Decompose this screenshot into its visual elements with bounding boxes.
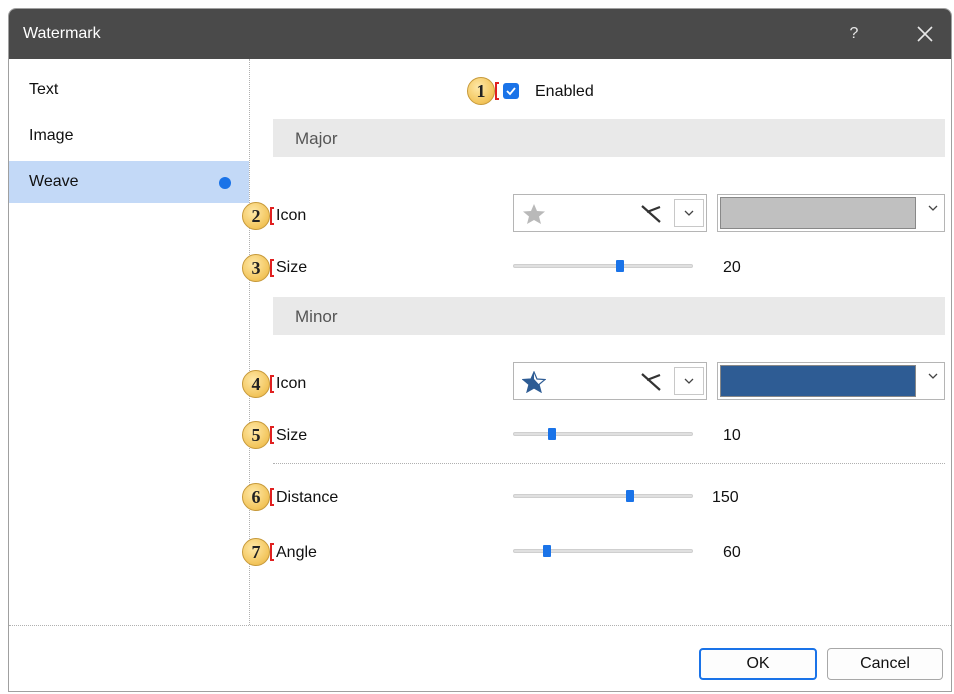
clear-icon-button[interactable] [638, 369, 664, 395]
callout-badge: 5 [242, 421, 270, 449]
callout-bracket [495, 82, 499, 100]
help-button[interactable]: ? [839, 19, 869, 49]
chevron-down-icon [684, 378, 694, 384]
icon-dropdown-button[interactable] [674, 367, 704, 395]
section-header-minor: Minor [273, 297, 945, 335]
nav-item-label: Text [29, 81, 59, 98]
color-swatch [720, 197, 916, 229]
minor-color-picker[interactable] [717, 362, 945, 400]
color-swatch [720, 365, 916, 397]
section-title: Major [295, 129, 338, 148]
sidebar-nav: Text Image Weave [9, 59, 250, 625]
chevron-down-icon [684, 210, 694, 216]
distance-value: 150 [712, 489, 739, 506]
callout-bracket [270, 259, 274, 277]
minor-size-label: Size [276, 427, 308, 444]
distance-slider[interactable] [513, 490, 693, 502]
weave-settings-panel: 1 Enabled Major 2 Icon 3 Size 20 Minor 4… [242, 59, 951, 625]
callout-badge: 1 [467, 77, 495, 105]
slider-thumb[interactable] [542, 545, 551, 557]
nav-item-label: Image [29, 127, 74, 144]
major-size-label: Size [276, 259, 308, 276]
no-icon-icon [641, 373, 661, 391]
enabled-checkbox[interactable] [503, 83, 519, 99]
callout-bracket [270, 488, 274, 506]
icon-dropdown-button[interactable] [674, 199, 704, 227]
minor-size-slider[interactable] [513, 428, 693, 440]
distance-label: Distance [276, 489, 339, 506]
angle-value: 60 [723, 544, 741, 561]
slider-thumb[interactable] [548, 428, 556, 440]
active-dot-icon [219, 177, 231, 189]
callout-badge: 4 [242, 370, 270, 398]
close-icon [917, 26, 933, 42]
slider-thumb[interactable] [616, 260, 624, 272]
major-color-picker[interactable] [717, 194, 945, 232]
callout-badge: 3 [242, 254, 270, 282]
callout-bracket [270, 543, 274, 561]
close-button[interactable] [907, 17, 943, 51]
major-icon-picker[interactable] [513, 194, 707, 232]
nav-item-weave[interactable]: Weave [9, 161, 249, 203]
half-star-icon [522, 371, 546, 393]
slider-thumb[interactable] [626, 490, 635, 502]
callout-badge: 6 [242, 483, 270, 511]
callout-bracket [270, 426, 274, 444]
chevron-down-icon [928, 373, 938, 379]
minor-size-value: 10 [723, 427, 741, 444]
clear-icon-button[interactable] [638, 201, 664, 227]
checkmark-icon [506, 87, 516, 96]
ok-button[interactable]: OK [699, 648, 817, 680]
major-size-slider[interactable] [513, 260, 693, 272]
footer-separator [9, 625, 951, 626]
major-icon-label: Icon [276, 207, 307, 224]
major-size-value: 20 [723, 259, 741, 276]
dialog-title: Watermark [23, 25, 101, 42]
title-bar: Watermark ? [9, 9, 951, 59]
watermark-dialog: Watermark ? Text Image Weave 1 Enabled M… [8, 8, 952, 692]
callout-badge: 2 [242, 202, 270, 230]
minor-icon-picker[interactable] [513, 362, 707, 400]
enabled-label: Enabled [535, 83, 594, 100]
chevron-down-icon [928, 205, 938, 211]
no-icon-icon [641, 205, 661, 223]
section-title: Minor [295, 307, 338, 326]
nav-item-image[interactable]: Image [9, 115, 249, 157]
angle-slider[interactable] [513, 545, 693, 557]
cancel-button[interactable]: Cancel [827, 648, 943, 680]
nav-item-label: Weave [29, 173, 79, 190]
callout-badge: 7 [242, 538, 270, 566]
section-header-major: Major [273, 119, 945, 157]
minor-icon-label: Icon [276, 375, 307, 392]
nav-item-text[interactable]: Text [9, 69, 249, 111]
star-icon [523, 204, 545, 224]
callout-bracket [270, 207, 274, 225]
separator [273, 463, 945, 464]
angle-label: Angle [276, 544, 317, 561]
callout-bracket [270, 375, 274, 393]
